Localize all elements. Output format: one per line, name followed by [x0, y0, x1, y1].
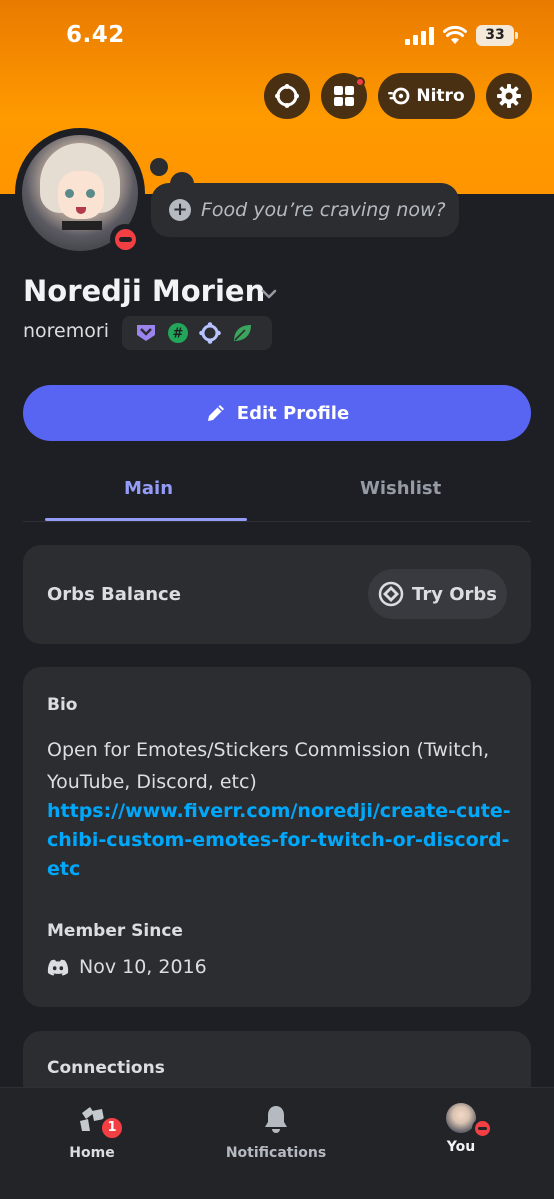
- nitro-label: Nitro: [416, 86, 465, 106]
- bio-card: Bio Open for Emotes/Stickers Commission …: [23, 667, 531, 1007]
- nitro-icon: [388, 87, 410, 105]
- status-bar: 6.42 33: [0, 0, 554, 72]
- username: noremori: [23, 320, 109, 342]
- nitro-button[interactable]: Nitro: [378, 73, 475, 119]
- signal-icon: [405, 27, 434, 45]
- orb-icon: [378, 581, 404, 607]
- bio-text: Open for Emotes/Stickers Commission (Twi…: [47, 739, 490, 793]
- nav-notifications[interactable]: Notifications: [216, 1103, 336, 1161]
- orbs-balance-card: Orbs Balance Try Orbs: [23, 545, 531, 644]
- dnd-status-icon: [110, 224, 140, 254]
- shop-notification-dot: [355, 77, 365, 87]
- battery-icon: 33: [476, 25, 518, 46]
- quests-button[interactable]: [264, 73, 310, 119]
- pencil-icon: [207, 405, 224, 421]
- member-since-title: Member Since: [47, 921, 183, 941]
- shop-button[interactable]: [321, 73, 367, 119]
- profile-tabs: Main Wishlist: [23, 458, 531, 522]
- shop-icon: [334, 86, 354, 106]
- nav-you-label: You: [446, 1139, 476, 1155]
- status-time: 6.42: [66, 22, 125, 48]
- quests-icon: [275, 84, 299, 108]
- tab-main[interactable]: Main: [124, 478, 173, 499]
- member-since-date: Nov 10, 2016: [79, 956, 207, 978]
- nav-home-label: Home: [69, 1145, 115, 1161]
- bell-icon: [265, 1106, 287, 1133]
- active-tab-indicator: [45, 518, 247, 521]
- nav-home[interactable]: Home: [32, 1103, 152, 1161]
- nitro-badge-icon[interactable]: [231, 322, 253, 344]
- try-orbs-button[interactable]: Try Orbs: [368, 569, 507, 619]
- member-since-row: Nov 10, 2016: [47, 956, 207, 978]
- svg-text:#: #: [173, 327, 184, 342]
- display-name: Noredji Morien: [23, 274, 266, 308]
- wifi-icon: [443, 25, 467, 44]
- bio-title: Bio: [47, 695, 78, 715]
- nav-notifications-label: Notifications: [225, 1145, 327, 1161]
- hypesquad-badge-icon[interactable]: [135, 322, 157, 344]
- bottom-navigation: Home 1 Notifications You: [0, 1087, 554, 1199]
- edit-profile-button[interactable]: Edit Profile: [23, 385, 531, 441]
- badge-list: #: [122, 316, 272, 350]
- tab-wishlist[interactable]: Wishlist: [360, 478, 441, 499]
- settings-button[interactable]: [486, 73, 532, 119]
- orbs-balance-label: Orbs Balance: [47, 584, 181, 605]
- connections-title: Connections: [47, 1058, 165, 1078]
- chevron-down-icon[interactable]: [260, 287, 278, 301]
- quest-badge-icon[interactable]: [199, 322, 221, 344]
- you-dnd-status-icon: [472, 1118, 493, 1139]
- plus-icon: +: [169, 199, 191, 221]
- try-orbs-label: Try Orbs: [412, 583, 497, 605]
- bio-link[interactable]: https://www.fiverr.com/noredji/create-cu…: [47, 797, 517, 884]
- edit-profile-label: Edit Profile: [236, 402, 350, 424]
- nav-you[interactable]: You: [401, 1103, 521, 1155]
- custom-status-placeholder: Food you’re craving now?: [201, 199, 446, 221]
- status-bubble-dot: [150, 158, 168, 176]
- discord-icon: [47, 959, 69, 975]
- home-notification-badge: 1: [99, 1115, 125, 1141]
- custom-status-bubble[interactable]: + Food you’re craving now?: [151, 183, 459, 237]
- settings-icon: [497, 84, 521, 108]
- originally-known-badge-icon[interactable]: #: [167, 322, 189, 344]
